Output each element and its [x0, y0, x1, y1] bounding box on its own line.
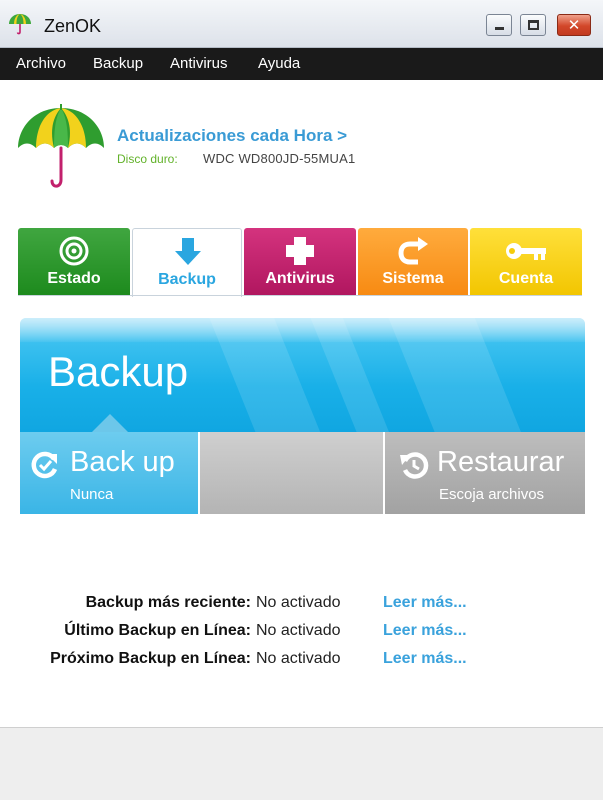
tab-backup[interactable]: Backup — [132, 228, 242, 297]
close-icon: ✕ — [567, 16, 581, 34]
info-value: No activado — [256, 650, 341, 667]
umbrella-icon — [9, 14, 31, 35]
info-row-next-online: Próximo Backup en Línea: No activado Lee… — [0, 650, 603, 674]
tab-backup-label: Backup — [158, 271, 216, 288]
refresh-icon — [398, 237, 428, 265]
tab-cuenta-label: Cuenta — [498, 270, 554, 287]
disk-label: Disco duro: — [117, 152, 178, 166]
tab-antivirus-label: Antivirus — [265, 270, 335, 287]
maximize-icon — [528, 20, 539, 30]
menu-bar: Archivo Backup Antivirus Ayuda — [0, 48, 603, 80]
title-bar[interactable]: ZenOK ✕ — [0, 0, 603, 48]
key-icon — [506, 243, 546, 260]
backup-now-subtitle: Nunca — [70, 486, 114, 503]
tab-sistema-label: Sistema — [382, 270, 444, 287]
backup-now-button[interactable]: Back up Nunca — [20, 432, 198, 514]
banner-sheen — [20, 318, 585, 342]
info-label: Backup más reciente: — [85, 594, 251, 611]
plus-icon — [286, 237, 314, 265]
restore-icon — [400, 452, 429, 479]
banner-pointer — [92, 414, 128, 432]
info-row-last-online: Último Backup en Línea: No activado Leer… — [0, 622, 603, 646]
info-label: Último Backup en Línea: — [64, 622, 251, 639]
tabs-divider — [18, 295, 582, 296]
footer-bar — [0, 727, 603, 800]
minimize-button[interactable] — [486, 14, 512, 36]
section-title: Backup — [48, 348, 189, 395]
target-icon — [59, 236, 89, 266]
read-more-link[interactable]: Leer más... — [383, 650, 467, 668]
read-more-link[interactable]: Leer más... — [383, 594, 467, 612]
window-title: ZenOK — [44, 16, 102, 36]
backup-icon — [31, 451, 58, 479]
download-arrow-icon — [175, 238, 201, 265]
tab-antivirus[interactable]: Antivirus — [244, 228, 356, 296]
restore-title: Restaurar — [437, 446, 565, 478]
tab-estado-label: Estado — [47, 270, 101, 287]
menu-backup[interactable]: Backup — [93, 48, 143, 80]
info-row-recent: Backup más reciente: No activado Leer má… — [0, 594, 603, 618]
update-frequency-link[interactable]: Actualizaciones cada Hora > — [117, 126, 347, 146]
maximize-button[interactable] — [520, 14, 546, 36]
info-value: No activado — [256, 622, 341, 639]
tab-estado[interactable]: Estado — [18, 228, 130, 296]
menu-ayuda[interactable]: Ayuda — [258, 48, 300, 80]
tab-cuenta[interactable]: Cuenta — [470, 228, 582, 296]
minimize-icon — [495, 27, 504, 30]
info-label: Próximo Backup en Línea: — [50, 650, 251, 667]
disk-value: WDC WD800JD-55MUA1 — [203, 151, 356, 166]
restore-subtitle: Escoja archivos — [439, 486, 545, 503]
backup-now-title: Back up — [70, 446, 175, 478]
zenok-logo — [18, 104, 104, 188]
close-button[interactable]: ✕ — [557, 14, 591, 36]
restore-button[interactable]: Restaurar Escoja archivos — [385, 432, 585, 514]
menu-antivirus[interactable]: Antivirus — [170, 48, 228, 80]
action-spacer — [200, 432, 383, 514]
info-value: No activado — [256, 594, 341, 611]
menu-archivo[interactable]: Archivo — [16, 48, 66, 80]
read-more-link[interactable]: Leer más... — [383, 622, 467, 640]
tab-sistema[interactable]: Sistema — [358, 228, 468, 296]
